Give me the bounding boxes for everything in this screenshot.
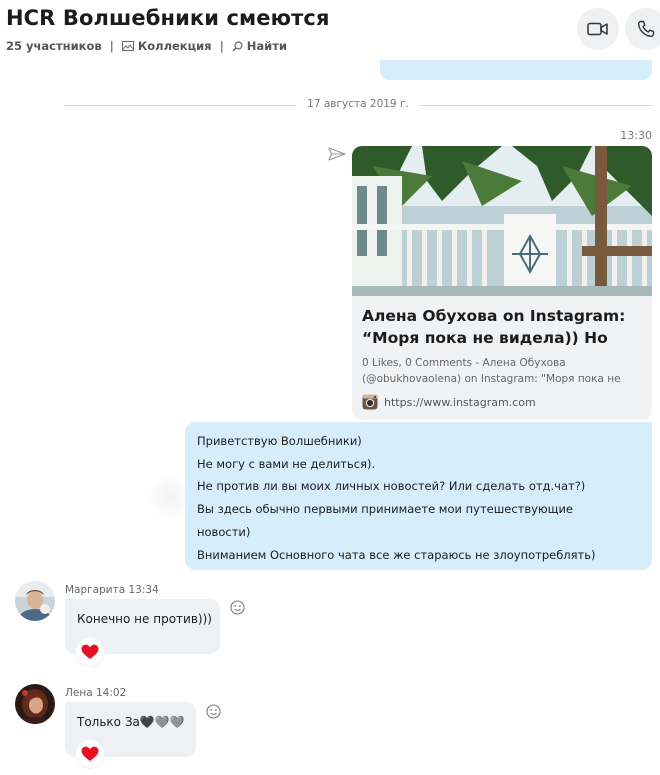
previous-message-bubble xyxy=(380,60,652,80)
message-line: Не против ли вы моих личных новостей? Ил… xyxy=(197,479,586,494)
chat-meta-bar: 25 участников | Коллекция | Найти xyxy=(6,39,287,53)
divider-line xyxy=(420,105,652,106)
avatar-margarita[interactable] xyxy=(15,581,55,621)
message-line: Не могу с вами не делиться). xyxy=(197,456,376,471)
heart-icon xyxy=(81,746,99,761)
instagram-icon xyxy=(362,394,378,410)
find-label: Найти xyxy=(246,39,287,53)
collection-link[interactable]: Коллекция xyxy=(121,39,212,53)
link-desc-line: (@obukhovaolena) on Instagram: "Моря пок… xyxy=(362,373,621,385)
phone-icon xyxy=(638,20,655,37)
link-preview-card[interactable]: Алена Обухова on Instagram: “Моря пока н… xyxy=(352,146,652,420)
date-separator: 17 августа 2019 г. xyxy=(64,96,652,114)
reaction-badge[interactable] xyxy=(76,638,104,666)
sent-status-icon xyxy=(328,147,346,161)
audio-call-button[interactable] xyxy=(625,8,660,50)
wave-reaction-ghost xyxy=(150,476,190,518)
message-text: Только За🖤🩶🩶 xyxy=(77,715,185,729)
collection-label: Коллекция xyxy=(137,39,212,53)
participants-link[interactable]: 25 участников xyxy=(6,39,102,53)
link-url-text: https://www.instagram.com xyxy=(384,395,536,409)
link-preview-title: Алена Обухова on Instagram: “Моря пока н… xyxy=(362,305,644,349)
find-link[interactable]: Найти xyxy=(232,39,287,53)
meta-separator: | xyxy=(109,39,114,53)
link-desc-line: 0 Likes, 0 Comments - Алена Обухова xyxy=(362,357,566,369)
sender-name-time: Лена 14:02 xyxy=(65,687,127,699)
video-camera-icon xyxy=(587,22,608,36)
divider-line xyxy=(64,105,296,106)
meta-separator: | xyxy=(219,39,224,53)
message-line: Вы здесь обычно первыми принимаете мои п… xyxy=(197,502,574,539)
sender-name-time: Маргарита 13:34 xyxy=(65,584,159,596)
video-call-button[interactable] xyxy=(577,8,619,50)
date-label: 17 августа 2019 г. xyxy=(307,98,409,110)
add-reaction-icon[interactable] xyxy=(206,704,221,719)
chat-title[interactable]: HCR Волшебники смеются xyxy=(6,6,330,30)
outgoing-message-bubble[interactable]: Приветствую Волшебники) Не могу с вами н… xyxy=(185,422,652,570)
link-preview-image xyxy=(352,146,652,296)
link-title-line: Алена Обухова on Instagram: xyxy=(362,307,626,325)
add-reaction-icon[interactable] xyxy=(230,600,245,615)
link-preview-description: 0 Likes, 0 Comments - Алена Обухова (@ob… xyxy=(362,355,644,387)
avatar-lena[interactable] xyxy=(15,684,55,724)
heart-icon xyxy=(81,644,99,659)
message-line: Вниманием Основного чата все же стараюсь… xyxy=(197,547,596,562)
search-icon xyxy=(232,40,243,51)
message-timestamp: 13:30 xyxy=(620,129,652,142)
reaction-badge[interactable] xyxy=(76,740,104,768)
message-text: Конечно не против))) xyxy=(77,612,212,626)
link-title-line: “Моря пока не видела)) Но xyxy=(362,329,608,347)
gallery-icon xyxy=(121,41,134,51)
message-line: Приветствую Волшебники) xyxy=(197,434,362,448)
link-preview-url[interactable]: https://www.instagram.com xyxy=(362,394,536,410)
